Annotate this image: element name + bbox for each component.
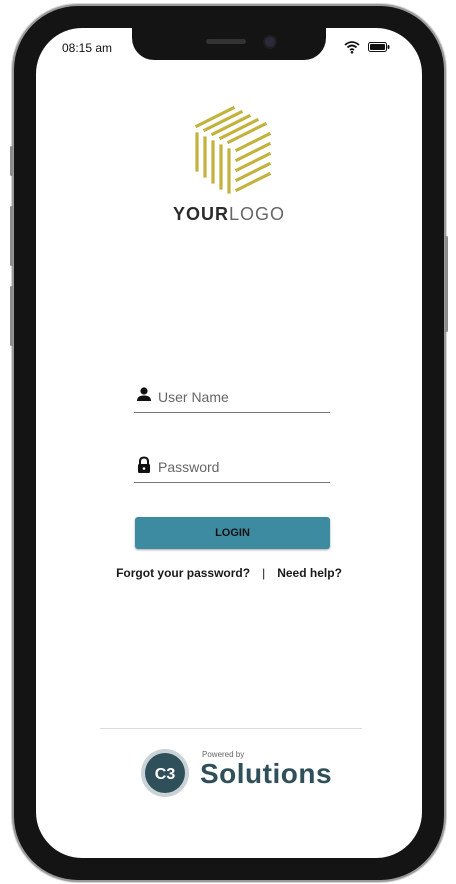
password-field (134, 450, 330, 483)
logo-cube-icon (194, 105, 272, 194)
phone-frame: 08:15 am YOURLOGO User Name LOGIN Forgot… (10, 6, 448, 880)
forgot-password-link[interactable]: Forgot your password? (116, 566, 250, 580)
camera (265, 37, 275, 47)
mute-switch (10, 146, 13, 176)
logo-word-light: LOGO (229, 204, 286, 224)
password-input[interactable] (158, 456, 326, 478)
badge-glyph: C3 (155, 766, 176, 783)
login-button[interactable]: LOGIN (135, 517, 330, 549)
lock-icon (138, 456, 150, 473)
brand-badge-icon: C3 (141, 749, 189, 797)
username-field (134, 380, 330, 413)
logo-wordmark: YOURLOGO (36, 204, 422, 225)
help-links: Forgot your password? | Need help? (36, 566, 422, 580)
username-input[interactable] (158, 386, 326, 408)
battery-icon (368, 42, 390, 52)
power-button (445, 236, 448, 332)
speaker (206, 39, 246, 44)
footer-divider (100, 728, 362, 729)
volume-up-button (10, 206, 13, 266)
brand-name: Solutions (200, 758, 333, 789)
logo-word-bold: YOUR (172, 204, 229, 224)
status-time: 08:15 am (62, 41, 113, 55)
wifi-icon (344, 41, 360, 54)
screen: 08:15 am YOURLOGO User Name LOGIN Forgot… (36, 28, 422, 858)
need-help-link[interactable]: Need help? (277, 566, 342, 580)
user-icon (137, 387, 151, 401)
footer-brand: C3 Powered by Solutions (140, 744, 340, 804)
volume-down-button (10, 286, 13, 346)
notch (132, 28, 326, 60)
link-separator: | (262, 566, 266, 580)
